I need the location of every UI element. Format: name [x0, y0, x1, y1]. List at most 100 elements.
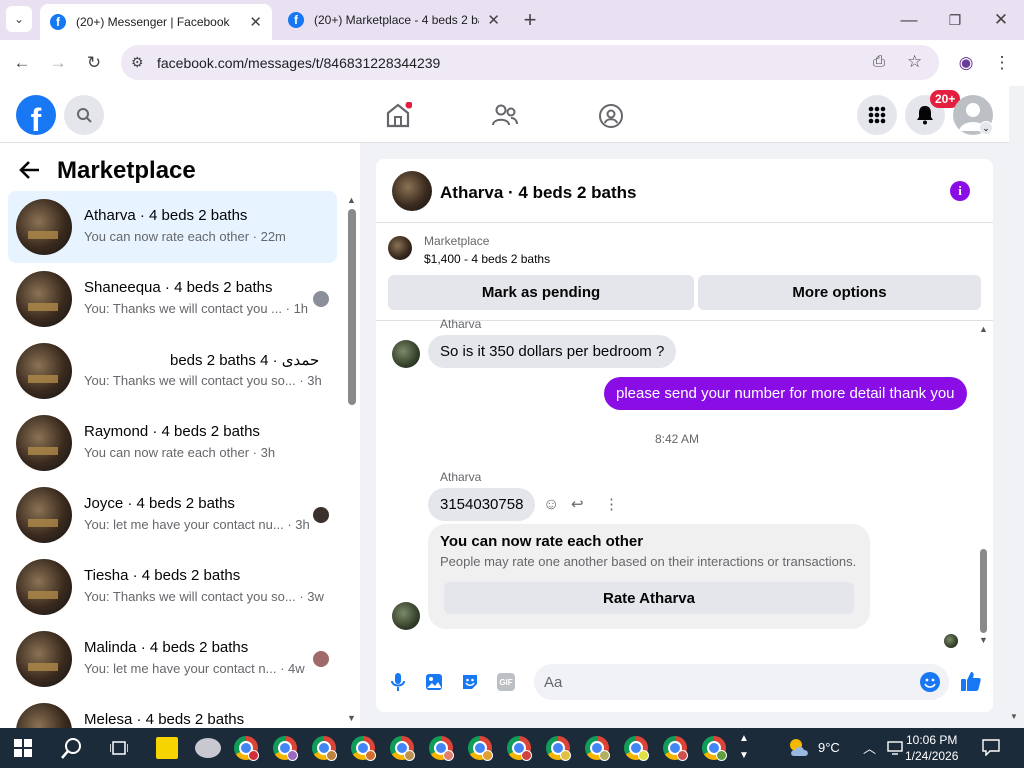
- chat-header: Atharva · 4 beds 2 baths i: [376, 159, 993, 223]
- conversation-list-scrollbar[interactable]: [348, 209, 356, 405]
- chrome-icon[interactable]: [273, 736, 298, 761]
- react-smiley-icon[interactable]: ☺: [543, 496, 559, 514]
- chat-scrollbar[interactable]: [980, 549, 987, 633]
- tab-messenger[interactable]: f (20+) Messenger | Facebook ✕: [40, 4, 272, 40]
- listing-avatar: [16, 415, 72, 471]
- temperature-text[interactable]: 9°C: [818, 740, 840, 755]
- tab-list-button[interactable]: ⌄: [6, 6, 32, 32]
- mark-as-pending-button[interactable]: Mark as pending: [388, 275, 694, 310]
- new-tab-button[interactable]: +: [516, 6, 544, 34]
- more-options-button[interactable]: More options: [698, 275, 981, 310]
- weather-icon[interactable]: [786, 736, 812, 760]
- restore-window-button[interactable]: ❐: [941, 6, 969, 34]
- scroll-down-arrow-icon[interactable]: ▼: [979, 635, 988, 645]
- gif-icon[interactable]: GIF: [496, 672, 516, 692]
- info-icon[interactable]: i: [950, 181, 970, 201]
- profile-icon[interactable]: ◉: [952, 49, 980, 77]
- paint-app-icon[interactable]: [195, 738, 221, 758]
- taskbar-overflow-arrows[interactable]: ▲ ▼: [739, 730, 749, 764]
- facebook-logo-icon[interactable]: f: [16, 95, 56, 135]
- tab-marketplace[interactable]: f (20+) Marketplace - 4 beds 2 baths ✕: [278, 4, 510, 36]
- menu-grid-icon[interactable]: [857, 95, 897, 135]
- minimize-window-button[interactable]: —: [895, 6, 923, 34]
- chrome-icon[interactable]: [234, 736, 259, 761]
- show-hidden-icons-chevron-icon[interactable]: ︿: [863, 738, 876, 757]
- like-thumbs-up-icon[interactable]: [960, 670, 982, 692]
- chrome-icon[interactable]: [351, 736, 376, 761]
- received-message[interactable]: 3154030758: [428, 488, 536, 521]
- conversation-item[interactable]: حمدی · 4 beds 2 baths You: Thanks we wil…: [8, 335, 337, 407]
- windows-start-icon[interactable]: [14, 739, 32, 757]
- sent-message[interactable]: please send your number for more detail …: [604, 377, 967, 410]
- chrome-icon[interactable]: [585, 736, 610, 761]
- close-window-button[interactable]: ✕: [987, 6, 1015, 34]
- chrome-icon[interactable]: [546, 736, 571, 761]
- close-tab-icon[interactable]: ✕: [487, 11, 500, 29]
- rate-button[interactable]: Rate Atharva: [444, 582, 854, 614]
- chat-avatar[interactable]: [392, 171, 432, 211]
- microphone-icon[interactable]: [388, 672, 408, 692]
- conversation-item[interactable]: Raymond · 4 beds 2 baths You can now rat…: [8, 407, 337, 479]
- chrome-icon[interactable]: [468, 736, 493, 761]
- sticky-notes-icon[interactable]: [156, 737, 178, 759]
- install-app-icon[interactable]: ⎙: [873, 53, 885, 70]
- omnibox[interactable]: ⚙ facebook.com/messages/t/84683122834423…: [121, 45, 939, 80]
- groups-icon[interactable]: [598, 103, 624, 129]
- network-icon[interactable]: [887, 740, 903, 756]
- scroll-up-arrow-icon[interactable]: ▲: [979, 324, 988, 334]
- search-icon[interactable]: [61, 737, 83, 759]
- chat-title[interactable]: Atharva · 4 beds 2 baths: [440, 183, 637, 203]
- url-text[interactable]: facebook.com/messages/t/846831228344239: [157, 55, 440, 71]
- listing-thumbnail[interactable]: [388, 236, 412, 260]
- conversation-item[interactable]: Joyce · 4 beds 2 baths You: let me have …: [8, 479, 337, 551]
- back-arrow-icon[interactable]: [18, 159, 42, 181]
- received-message[interactable]: So is it 350 dollars per bedroom ?: [428, 335, 677, 368]
- facebook-favicon-icon: f: [50, 14, 66, 30]
- notifications-icon[interactable]: [982, 738, 1000, 756]
- reply-icon[interactable]: ↩: [571, 495, 584, 513]
- chrome-icon[interactable]: [312, 736, 337, 761]
- listing-price[interactable]: $1,400 - 4 beds 2 baths: [424, 252, 550, 266]
- scroll-up-arrow-icon[interactable]: ▲: [347, 195, 356, 205]
- search-icon[interactable]: [64, 95, 104, 135]
- conversation-item[interactable]: Melesa · 4 beds 2 baths: [8, 695, 337, 728]
- friends-icon[interactable]: [492, 103, 518, 127]
- sender-avatar[interactable]: [392, 340, 420, 368]
- conversation-item[interactable]: Shaneequa · 4 beds 2 baths You: Thanks w…: [8, 263, 337, 335]
- chrome-icon[interactable]: [390, 736, 415, 761]
- account-chevron-icon[interactable]: ⌄: [979, 121, 993, 135]
- conversation-item[interactable]: Tiesha · 4 beds 2 baths You: Thanks we w…: [8, 551, 337, 623]
- back-button[interactable]: ←: [8, 49, 36, 77]
- conversation-item[interactable]: Atharva · 4 beds 2 baths You can now rat…: [8, 191, 337, 263]
- browser-menu-icon[interactable]: ⋮: [988, 49, 1016, 77]
- site-settings-icon[interactable]: ⚙: [131, 54, 144, 71]
- chrome-icon[interactable]: [507, 736, 532, 761]
- scroll-down-arrow-icon[interactable]: ▼: [347, 713, 356, 723]
- emoji-icon[interactable]: [920, 672, 940, 692]
- chrome-icon[interactable]: [663, 736, 688, 761]
- chrome-icon[interactable]: [702, 736, 727, 761]
- chrome-icon[interactable]: [429, 736, 454, 761]
- conversation-item[interactable]: Malinda · 4 beds 2 baths You: let me hav…: [8, 623, 337, 695]
- sticker-icon[interactable]: [460, 672, 480, 692]
- home-icon[interactable]: [384, 102, 412, 128]
- bookmark-star-icon[interactable]: ☆: [907, 52, 922, 72]
- chrome-icon[interactable]: [624, 736, 649, 761]
- conversation-preview: You: Thanks we will contact you so... · …: [84, 589, 324, 604]
- reload-button[interactable]: ↻: [80, 49, 108, 77]
- close-tab-icon[interactable]: ✕: [249, 13, 262, 31]
- message-input[interactable]: Aa: [534, 664, 949, 700]
- conversation-name: Melesa · 4 beds 2 baths: [84, 711, 245, 728]
- page-scroll-down-arrow-icon[interactable]: ▼: [1010, 712, 1018, 721]
- more-actions-icon[interactable]: ⋮: [604, 495, 619, 513]
- conversation-name: Raymond · 4 beds 2 baths: [84, 423, 260, 440]
- system-clock[interactable]: 10:06 PM 1/24/2026: [905, 732, 958, 764]
- message-input-placeholder: Aa: [544, 674, 563, 691]
- page-title: Marketplace: [57, 157, 196, 184]
- facebook-favicon-icon: f: [288, 12, 304, 28]
- forward-button[interactable]: →: [44, 49, 72, 77]
- browser-tab-bar: ⌄ f (20+) Messenger | Facebook ✕ f (20+)…: [0, 0, 1024, 40]
- task-view-icon[interactable]: [110, 739, 128, 757]
- sender-avatar[interactable]: [392, 602, 420, 630]
- photo-icon[interactable]: [424, 672, 444, 692]
